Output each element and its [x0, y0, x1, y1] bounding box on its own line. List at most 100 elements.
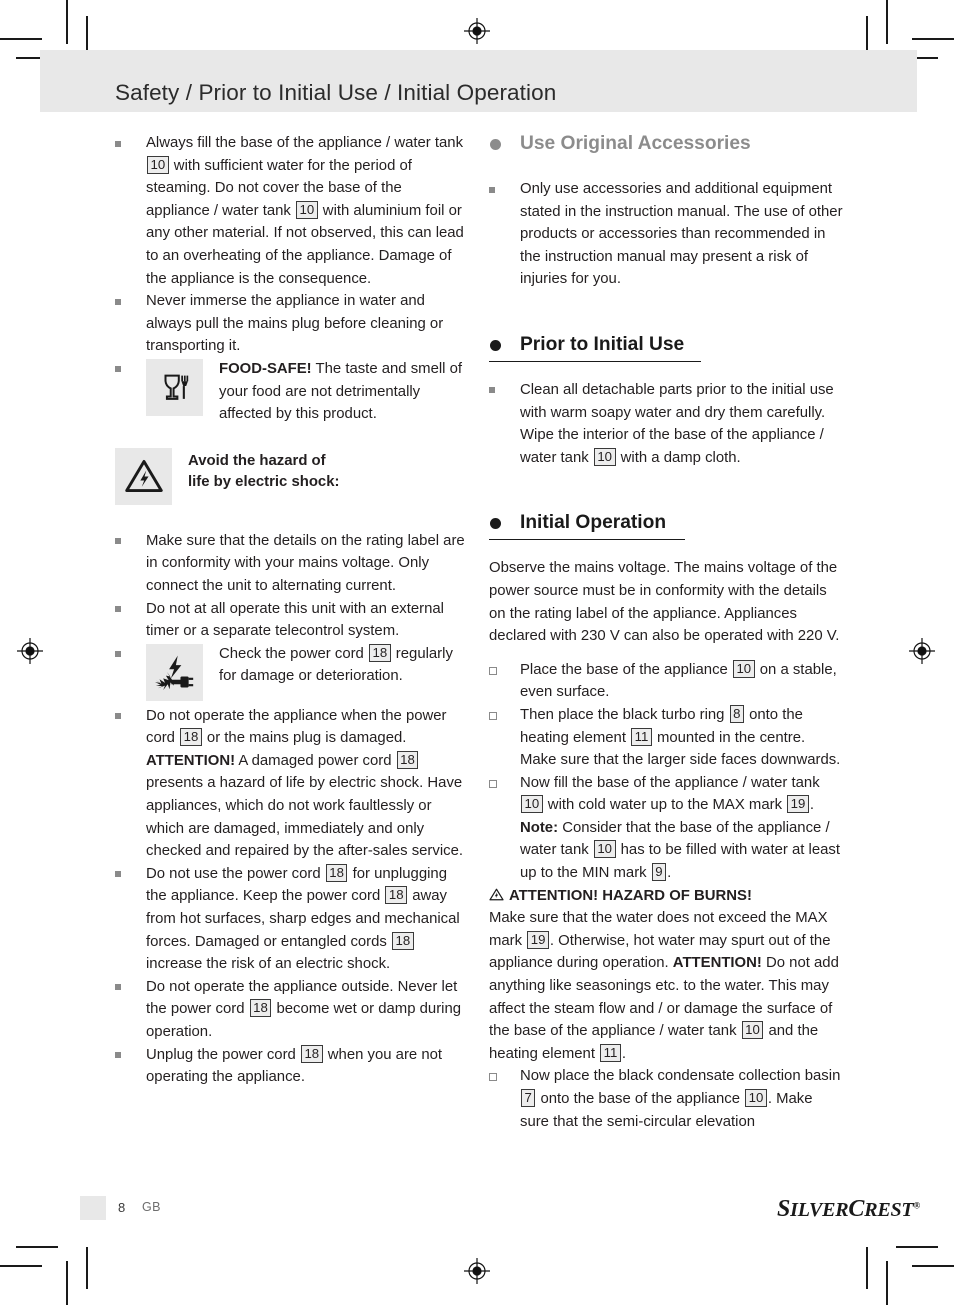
step-text: Now fill the base of the appliance / wat…: [520, 774, 840, 882]
registration-mark-bottom: [464, 1258, 490, 1284]
list-item: Now fill the base of the appliance / wat…: [489, 772, 844, 885]
reference-number: 10: [593, 840, 616, 859]
list-item: Do not use the power cord 18 for unplugg…: [115, 863, 465, 976]
attention-body: Make sure that the water does not exceed…: [489, 910, 839, 1062]
heading-text: Prior to Initial Use: [520, 333, 685, 355]
initial-operation-steps-2: Now place the black condensate collectio…: [489, 1065, 844, 1133]
bullet-text: Clean all detachable parts prior to the …: [520, 381, 834, 466]
reference-number: 18: [249, 999, 272, 1018]
initial-operation-steps: Place the base of the appliance 10 on a …: [489, 659, 844, 885]
reference-number: 10: [147, 155, 169, 174]
electric-shock-warning-block: Avoid the hazard of life by electric sho…: [115, 447, 465, 508]
left-column: Always fill the base of the appliance / …: [115, 132, 465, 1089]
reference-number: 18: [396, 750, 419, 769]
attention-title-line: ATTENTION! HAZARD OF BURNS!: [489, 885, 844, 908]
emphasis-text: Note:: [520, 819, 559, 836]
step-text: Now place the black condensate collectio…: [520, 1068, 841, 1130]
list-item-check-cord: Check the power cord 18 regularly for da…: [115, 643, 465, 705]
page-footer: 8 GB SILVERCREST®: [80, 1196, 920, 1226]
bullet-text: Only use accessories and additional equi…: [520, 181, 843, 288]
attention-hazard-of-burns-block: ATTENTION! HAZARD OF BURNS! Make sure th…: [489, 885, 844, 1066]
page-number: 8: [118, 1200, 126, 1215]
step-text: Then place the black turbo ring 8 onto t…: [520, 704, 841, 769]
list-item: Only use accessories and additional equi…: [489, 178, 844, 291]
reference-number: 10: [593, 447, 616, 466]
emphasis-text: ATTENTION!: [146, 752, 236, 769]
logo-rest: REST: [864, 1199, 914, 1221]
reference-number: 18: [300, 1044, 323, 1063]
heading-underline: [489, 538, 685, 541]
bullet-text: Unplug the power cord 18 when you are no…: [146, 1044, 443, 1086]
reference-number: 10: [732, 659, 755, 678]
crop-mark: [0, 38, 42, 40]
safety-bullet-list-1: Always fill the base of the appliance / …: [115, 132, 465, 426]
bullet-text: Do not operate the appliance outside. Ne…: [146, 978, 462, 1040]
safety-bullet-list-2: Make sure that the details on the rating…: [115, 530, 465, 1089]
reference-number: 9: [651, 863, 667, 882]
reference-number: 8: [729, 704, 744, 723]
reference-number: 10: [521, 795, 543, 814]
crop-mark: [16, 1246, 58, 1248]
logo-registered-mark: ®: [913, 1200, 920, 1211]
warning-line-2: life by electric shock:: [188, 474, 340, 491]
bullet-text: Do not at all operate this unit with an …: [146, 600, 444, 640]
list-item: Unplug the power cord 18 when you are no…: [115, 1044, 465, 1089]
warning-text: Avoid the hazard of life by electric sho…: [188, 448, 465, 494]
page-language-code: GB: [142, 1200, 161, 1214]
footer-swatch: [80, 1196, 106, 1220]
reference-number: 19: [787, 795, 809, 814]
reference-number: 19: [527, 930, 549, 949]
list-item: Make sure that the details on the rating…: [115, 530, 465, 598]
accessories-bullet-list: Only use accessories and additional equi…: [489, 178, 844, 291]
logo-ilver: ILVER: [790, 1199, 849, 1221]
crop-mark: [886, 1261, 888, 1305]
bullet-dot-icon: [490, 139, 501, 150]
bullet-text: Make sure that the details on the rating…: [146, 532, 465, 594]
heading-text: Use Original Accessories: [520, 133, 751, 154]
bullet-text: Do not operate the appliance when the po…: [146, 707, 464, 860]
reference-number: 11: [631, 727, 652, 746]
list-item: Do not operate the appliance when the po…: [115, 705, 465, 863]
emphasis-text: FOOD-SAFE!: [219, 360, 312, 377]
registration-mark-top: [464, 18, 490, 44]
logo-s: S: [776, 1196, 791, 1222]
bullet-text: Do not use the power cord 18 for unplugg…: [146, 863, 460, 973]
crop-mark: [0, 1265, 42, 1267]
list-item-food-safe: FOOD-SAFE! The taste and smell of your f…: [115, 358, 465, 426]
registration-mark-left: [17, 638, 43, 664]
heading-text: Initial Operation: [520, 512, 667, 534]
silvercrest-logo: SILVERCREST®: [777, 1196, 920, 1223]
warning-line-1: Avoid the hazard of: [188, 452, 326, 469]
bullet-dot-icon: [490, 518, 501, 530]
reference-number: 10: [745, 1089, 767, 1107]
bullet-text: Always fill the base of the appliance / …: [146, 135, 464, 287]
bullet-text: Check the power cord 18 regularly for da…: [219, 643, 453, 685]
glass-and-fork-icon: [146, 358, 203, 416]
reference-number: 18: [392, 931, 414, 950]
list-item: Now place the black condensate collectio…: [489, 1065, 844, 1133]
list-item: Place the base of the appliance 10 on a …: [489, 659, 844, 704]
step-text: Place the base of the appliance 10 on a …: [520, 659, 837, 701]
attention-title: ATTENTION! HAZARD OF BURNS!: [509, 887, 752, 904]
electric-shock-triangle-icon: [115, 447, 172, 505]
list-item: Clean all detachable parts prior to the …: [489, 379, 844, 469]
crop-mark: [66, 1261, 68, 1305]
damaged-plug-icon: [146, 643, 203, 701]
crop-mark: [896, 1246, 938, 1248]
bullet-dot-icon: [490, 339, 501, 351]
crop-mark: [886, 0, 888, 44]
bullet-text: FOOD-SAFE! The taste and smell of your f…: [219, 360, 463, 423]
reference-number: 18: [180, 728, 202, 747]
registration-mark-right: [909, 638, 935, 664]
reference-number: 18: [325, 863, 348, 882]
crop-mark: [866, 1247, 868, 1289]
reference-number: 11: [600, 1043, 621, 1062]
reference-number: 10: [296, 200, 318, 219]
emphasis-text: ATTENTION!: [672, 955, 762, 972]
right-column: Use Original Accessories Only use access…: [489, 132, 844, 1133]
list-item: Never immerse the appliance in water and…: [115, 290, 465, 358]
warning-triangle-icon: [489, 886, 504, 901]
heading-underline: [489, 360, 701, 362]
section-heading-accessories: Use Original Accessories: [489, 132, 844, 156]
crop-mark: [912, 38, 954, 40]
